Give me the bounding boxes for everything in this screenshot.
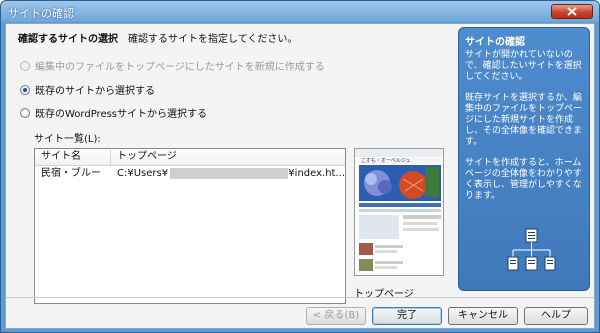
side-panel-title: サイトの確認 (465, 37, 525, 48)
close-button[interactable] (551, 4, 593, 19)
preview-site-heading: こすも・オーベルジュ (361, 158, 411, 164)
list-item[interactable]: 民宿・ブルー C:¥Users¥ ¥index.ht... (35, 166, 345, 181)
window-title: サイトの確認 (8, 7, 74, 20)
path-end: ¥index.ht... (288, 168, 345, 179)
side-panel: サイトの確認 サイトが開かれていないので、確認したいサイトを選択してください。 … (458, 27, 590, 291)
option-existing-site-label[interactable]: 既存のサイトから選択する (35, 82, 155, 97)
step-description: 確認するサイトを指定してください。 (128, 34, 298, 45)
redacted-path (170, 168, 289, 179)
step-header: 確認するサイトの選択 確認するサイトを指定してください。 (18, 30, 297, 45)
help-button[interactable]: ヘルプ (524, 307, 588, 325)
close-icon (567, 7, 577, 16)
back-button[interactable]: < 戻る(B) (306, 307, 366, 325)
site-name-cell: 民宿・ブルー (41, 168, 101, 179)
column-header-site-name[interactable]: サイト名 (35, 149, 111, 165)
option-wordpress-site[interactable]: 既存のWordPressサイトから選択する (20, 105, 207, 120)
button-separator (6, 297, 594, 298)
step-title: 確認するサイトの選択 (18, 34, 118, 45)
cancel-button[interactable]: キャンセル (448, 307, 518, 325)
site-list[interactable]: サイト名 トップページ 民宿・ブルー C:¥Users¥ ¥index.ht..… (34, 148, 346, 304)
path-start: C:¥Users¥ (117, 168, 169, 179)
site-list-header: サイト名 トップページ (35, 149, 345, 166)
column-header-top-page[interactable]: トップページ (111, 149, 345, 165)
side-panel-paragraph: 既存サイトを選択するか、編集中のファイルをトップページにした新規サイトを作成し、… (465, 93, 583, 147)
site-structure-icon (507, 228, 556, 271)
option-new-site: 編集中のファイルをトップページにしたサイトを新規に作成する (20, 58, 325, 73)
side-panel-paragraph: サイトを作成すると、ホームページの全体像をわかりやすく表示し、管理がしやすくなり… (465, 158, 582, 201)
option-existing-site[interactable]: 既存のサイトから選択する (20, 82, 155, 97)
dialog-body: 確認するサイトの選択 確認するサイトを指定してください。 編集中のファイルをトップ… (5, 23, 595, 329)
side-panel-paragraph: サイトが開かれていないので、確認したいサイトを選択してください。 (465, 50, 582, 82)
option-wordpress-site-label[interactable]: 既存のWordPressサイトから選択する (35, 105, 207, 120)
option-new-site-label: 編集中のファイルをトップページにしたサイトを新規に作成する (35, 62, 325, 73)
title-bar[interactable]: サイトの確認 (1, 1, 599, 22)
site-list-label: サイト一覧(L): (34, 134, 101, 145)
preview-thumbnail (355, 149, 443, 275)
top-page-preview: こすも・オーベルジュ (354, 148, 444, 276)
finish-button[interactable]: 完了 (372, 307, 442, 325)
radio-new-site (20, 60, 30, 71)
radio-existing-site[interactable] (20, 84, 30, 95)
radio-wordpress-site[interactable] (20, 107, 30, 118)
dialog-window: サイトの確認 確認するサイトの選択 確認するサイトを指定してください。 編集中のフ… (0, 0, 600, 333)
top-page-cell: C:¥Users¥ ¥index.ht... (111, 166, 345, 181)
